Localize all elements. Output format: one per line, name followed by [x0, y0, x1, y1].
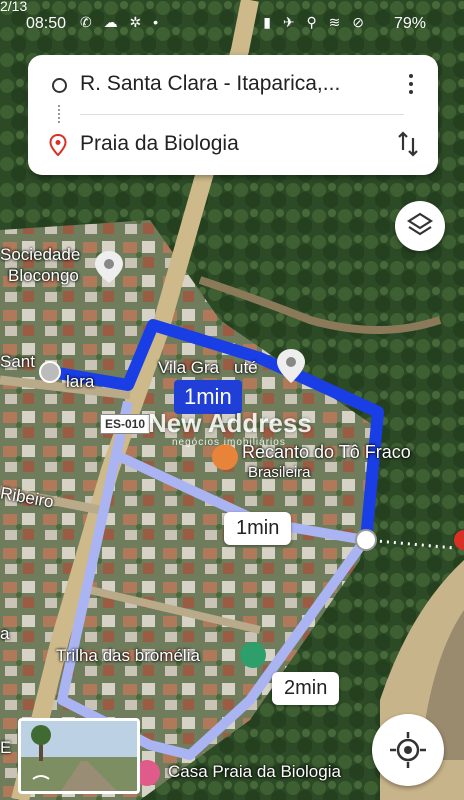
battery-level: 79% — [393, 15, 426, 32]
map-label-trilha: Trilha das bromélia — [56, 646, 200, 665]
map-label-casa: Casa Praia da Biologia — [168, 762, 341, 781]
pin-icon — [49, 134, 67, 156]
route-time-alt1[interactable]: 1min — [224, 512, 292, 545]
route-time-alt2[interactable]: 2min — [272, 672, 340, 705]
kebab-icon[interactable] — [408, 74, 414, 96]
layers-button[interactable] — [395, 201, 445, 251]
notification-icons: ✆ ☁ ✲ • — [80, 14, 163, 30]
map-label-vila: Vila Gra — [158, 358, 220, 377]
map-label-santa-clara: Sant — [0, 352, 35, 371]
street-view-preview — [21, 721, 137, 791]
waypoint-marker — [355, 529, 377, 551]
watermark-tagline: negócios imobiliários — [172, 437, 286, 448]
origin-marker[interactable] — [39, 361, 61, 383]
map-label-brasileira: Brasileira — [248, 464, 311, 481]
origin-row[interactable]: R. Santa Clara - Itaparica,... — [28, 60, 438, 110]
circle-icon — [52, 78, 67, 93]
locate-icon — [390, 732, 426, 768]
directions-card: R. Santa Clara - Itaparica,... Praia da … — [28, 55, 438, 175]
map-label-sociedade: Sociedade — [0, 245, 81, 264]
destination-field[interactable]: Praia da Biologia — [80, 132, 239, 156]
street-view-thumbnail[interactable] — [18, 718, 140, 794]
map-label-blocongo: Blocongo — [8, 266, 79, 285]
place-marker-icon[interactable] — [94, 250, 124, 284]
road-shield: ES-010 — [100, 414, 151, 434]
map-label-vila-2: uté — [234, 358, 258, 377]
place-marker-icon[interactable] — [276, 348, 306, 384]
layers-icon — [406, 212, 434, 236]
map-label-santa-clara-2: lara — [66, 372, 95, 391]
status-bar: 2/13 08:50 ✆ ☁ ✲ • ▮ ✈ ⚲ ≋ ⊘ 79% — [0, 0, 464, 40]
origin-field[interactable]: R. Santa Clara - Itaparica,... — [80, 72, 340, 96]
map-label-left-e: E — [0, 738, 12, 757]
field-divider — [80, 114, 404, 115]
trail-icon[interactable] — [240, 642, 266, 668]
destination-row[interactable]: Praia da Biologia — [28, 120, 438, 170]
map-label-left-a: a — [0, 624, 10, 643]
watermark-brand: New Address — [148, 408, 312, 438]
swap-icon[interactable] — [396, 130, 420, 158]
status-time: 08:50 — [26, 15, 67, 32]
my-location-button[interactable] — [372, 714, 444, 786]
system-icons: ▮ ✈ ⚲ ≋ ⊘ — [263, 14, 368, 30]
photo-counter: 2/13 — [0, 0, 28, 14]
